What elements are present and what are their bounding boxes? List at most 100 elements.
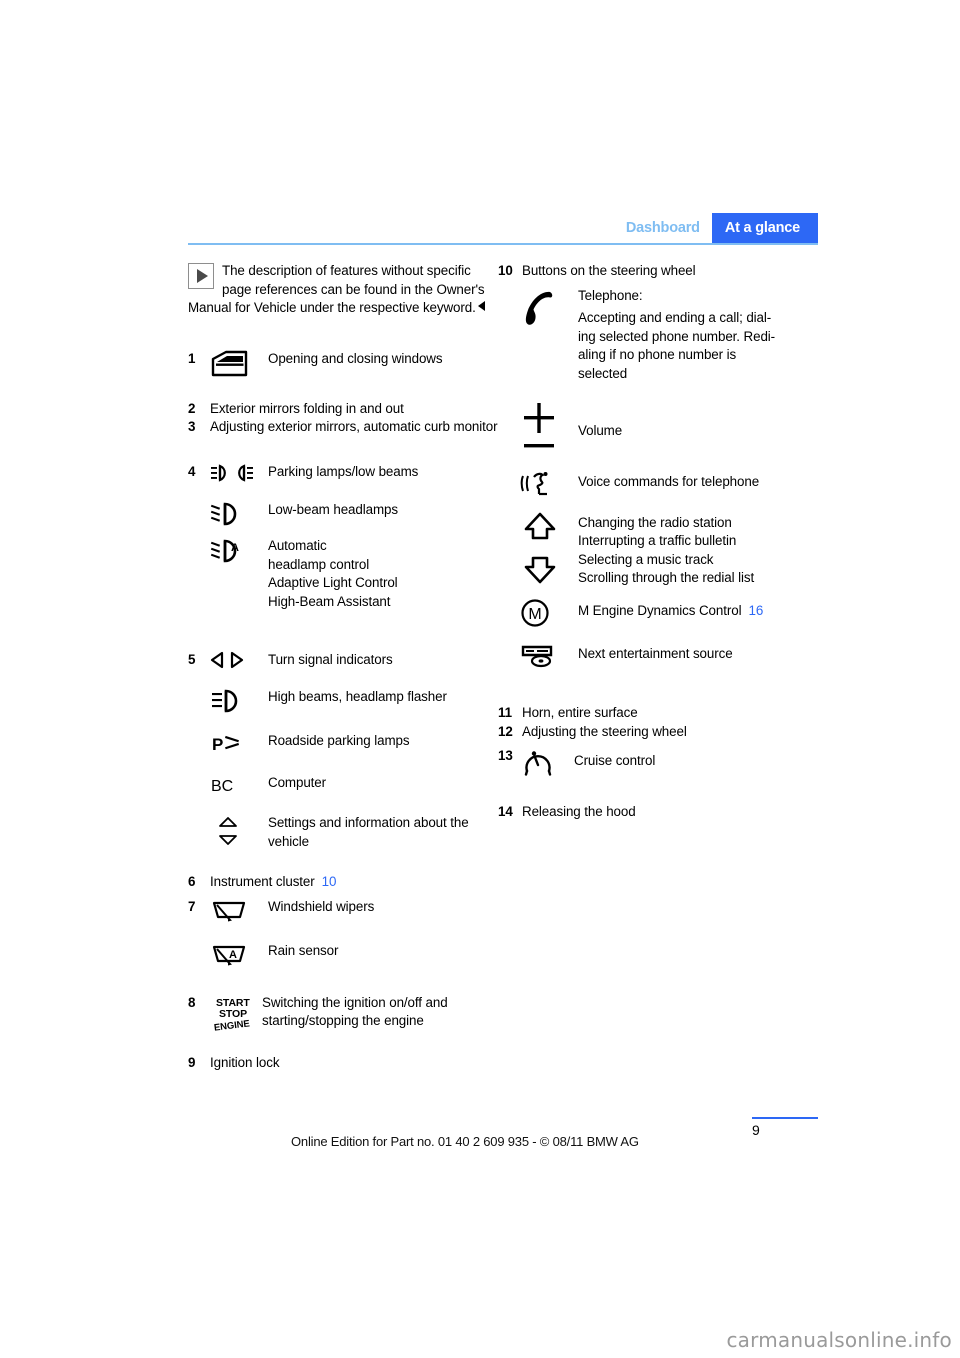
svg-text:BC: BC: [211, 778, 233, 795]
tab-dashboard[interactable]: Dashboard: [616, 213, 712, 243]
item-label: Windshield wipers: [268, 898, 375, 914]
item-label: Adjusting exterior mirrors, automatic cu…: [210, 419, 498, 435]
list-subitem-voice-commands: Voice commands for telephone: [498, 470, 808, 498]
list-subitem-high-beam: High beams, headlamp flasher: [188, 688, 498, 714]
list-item-6: 6 Instrument cluster 10: [188, 873, 498, 892]
item-number: 6: [188, 874, 196, 890]
list-item-9: 9 Ignition lock: [188, 1054, 498, 1073]
page-number: 9: [752, 1122, 760, 1138]
car-door-window-icon: [210, 350, 268, 378]
label-line-4: High-Beam Assistant: [268, 593, 391, 609]
item-label: Exterior mirrors folding in and out: [210, 400, 404, 416]
list-item-4: 4 Parking lamps/low beams: [188, 463, 498, 483]
item-number: 9: [188, 1054, 196, 1070]
list-item-12: 12 Adjusting the steering wheel: [498, 723, 808, 742]
item-number: 8: [188, 994, 196, 1010]
site-watermark: carmanualsonline.info: [726, 1328, 952, 1352]
rain-sensor-icon: A: [210, 942, 268, 968]
list-item-3: 3 Adjusting exterior mirrors, automatic …: [188, 418, 498, 437]
label-line-4: Scrolling through the redial list: [578, 570, 755, 586]
left-column: The description of features without spec…: [188, 262, 498, 1072]
list-item-5: 5 Turn signal indicators: [188, 651, 498, 670]
list-subitem-low-beam: Low-beam headlamps: [188, 501, 498, 527]
list-item-7: 7 Windshield wipers: [188, 898, 498, 924]
item-number: 1: [188, 350, 196, 366]
item-label: Low-beam headlamps: [268, 501, 398, 517]
item-number: 5: [188, 652, 196, 668]
svg-text:P: P: [212, 735, 223, 754]
item-number: 12: [498, 723, 513, 739]
info-note: The description of features without spec…: [188, 262, 498, 318]
item-label: Switching the ignition on/off and starti…: [262, 994, 498, 1031]
label-line-1: Changing the radio station: [578, 514, 732, 530]
list-subitem-volume: Volume: [498, 402, 808, 456]
item-label: Buttons on the steering wheel: [522, 263, 696, 278]
low-beam-headlamp-icon: [210, 501, 268, 527]
note-triangle-icon: [188, 263, 214, 289]
list-subitem-roadside-parking: P Roadside parking lamps: [188, 732, 498, 756]
list-subitem-m-engine-dynamics: M M Engine Dynamics Control 16: [498, 598, 808, 628]
up-down-triangle-icon: [210, 814, 268, 850]
list-item-13: 13 Cruise control: [498, 747, 808, 777]
item-label: Instrument cluster 10: [210, 873, 498, 892]
item-number: 14: [498, 804, 513, 820]
item-label: Voice commands for telephone: [578, 473, 760, 489]
item-number: 7: [188, 898, 196, 914]
telephone-handset-icon: [520, 287, 578, 329]
info-note-text: The description of features without spec…: [188, 263, 485, 316]
item-label: Adjusting the steering wheel: [522, 723, 687, 739]
list-subitem-settings-info: Settings and information about the vehic…: [188, 814, 498, 851]
label-line-2: headlamp control: [268, 556, 370, 572]
item-label: Parking lamps/low beams: [268, 463, 419, 479]
item-label: Turn signal indicators: [268, 652, 393, 668]
page-reference[interactable]: 16: [748, 603, 763, 618]
item-label: Next entertainment source: [578, 645, 733, 661]
svg-text:ENGINE: ENGINE: [213, 1018, 250, 1032]
up-down-arrow-icon: [520, 512, 578, 588]
item-label: Telephone: Accepting and ending a call; …: [578, 287, 808, 384]
item-number: 2: [188, 400, 196, 416]
list-subitem-radio-navigation: Changing the radio station Interrupting …: [498, 512, 808, 588]
svg-text:A: A: [231, 542, 239, 554]
telephone-heading: Telephone:: [578, 287, 643, 303]
voice-command-icon: [520, 470, 578, 498]
item-label-text: M Engine Dynamics Control: [578, 602, 742, 618]
item-label: Settings and information about the vehic…: [268, 814, 498, 851]
item-number: 11: [498, 704, 512, 720]
header-divider: [188, 243, 818, 245]
header-tabs: Dashboard At a glance: [616, 213, 818, 243]
right-column: 10 Buttons on the steering wheel Telepho…: [498, 262, 808, 822]
cruise-control-icon: [522, 747, 574, 777]
list-item-2: 2 Exterior mirrors folding in and out: [188, 400, 498, 419]
roadside-parking-lamps-icon: P: [210, 732, 268, 756]
label-line-2: Interrupting a traffic bulletin: [578, 533, 737, 549]
list-subitem-entertainment-source: Next entertainment source: [498, 642, 808, 668]
item-number: 13: [498, 748, 513, 764]
item-label: Volume: [578, 422, 623, 438]
item-label: Cruise control: [574, 753, 656, 769]
m-engine-dynamics-icon: M: [520, 598, 578, 628]
item-number: 3: [188, 419, 196, 435]
page-reference[interactable]: 10: [322, 874, 337, 889]
label-line-2: starting/stopping the engine: [262, 1013, 424, 1029]
label-line-2: vehicle: [268, 833, 309, 849]
item-label: Computer: [268, 774, 326, 790]
item-label: M Engine Dynamics Control 16: [578, 598, 808, 621]
svg-text:A: A: [229, 949, 237, 961]
item-label: High beams, headlamp flasher: [268, 688, 447, 704]
automatic-headlamp-control-icon: A: [210, 537, 268, 565]
item-label: Changing the radio station Interrupting …: [578, 512, 808, 588]
item-number: 4: [188, 463, 196, 479]
item-number: 10: [498, 263, 513, 278]
label-line-3: Selecting a music track: [578, 551, 714, 567]
label-line-3: Adaptive Light Control: [268, 575, 398, 591]
tab-at-a-glance[interactable]: At a glance: [711, 213, 818, 243]
list-item-1: 1 Opening and closing windows: [188, 350, 498, 378]
item-label: Automatic headlamp control Adaptive Ligh…: [268, 537, 498, 611]
turn-signal-icon: [210, 651, 268, 669]
bc-computer-icon: BC: [210, 774, 268, 796]
telephone-desc-line-2: ing selected phone number. Redi-: [578, 328, 776, 344]
telephone-desc-line-1: Accepting and ending a call; dial-: [578, 310, 772, 326]
list-item-10: 10 Buttons on the steering wheel: [498, 262, 808, 281]
label-line-1: Settings and information about the: [268, 814, 469, 830]
